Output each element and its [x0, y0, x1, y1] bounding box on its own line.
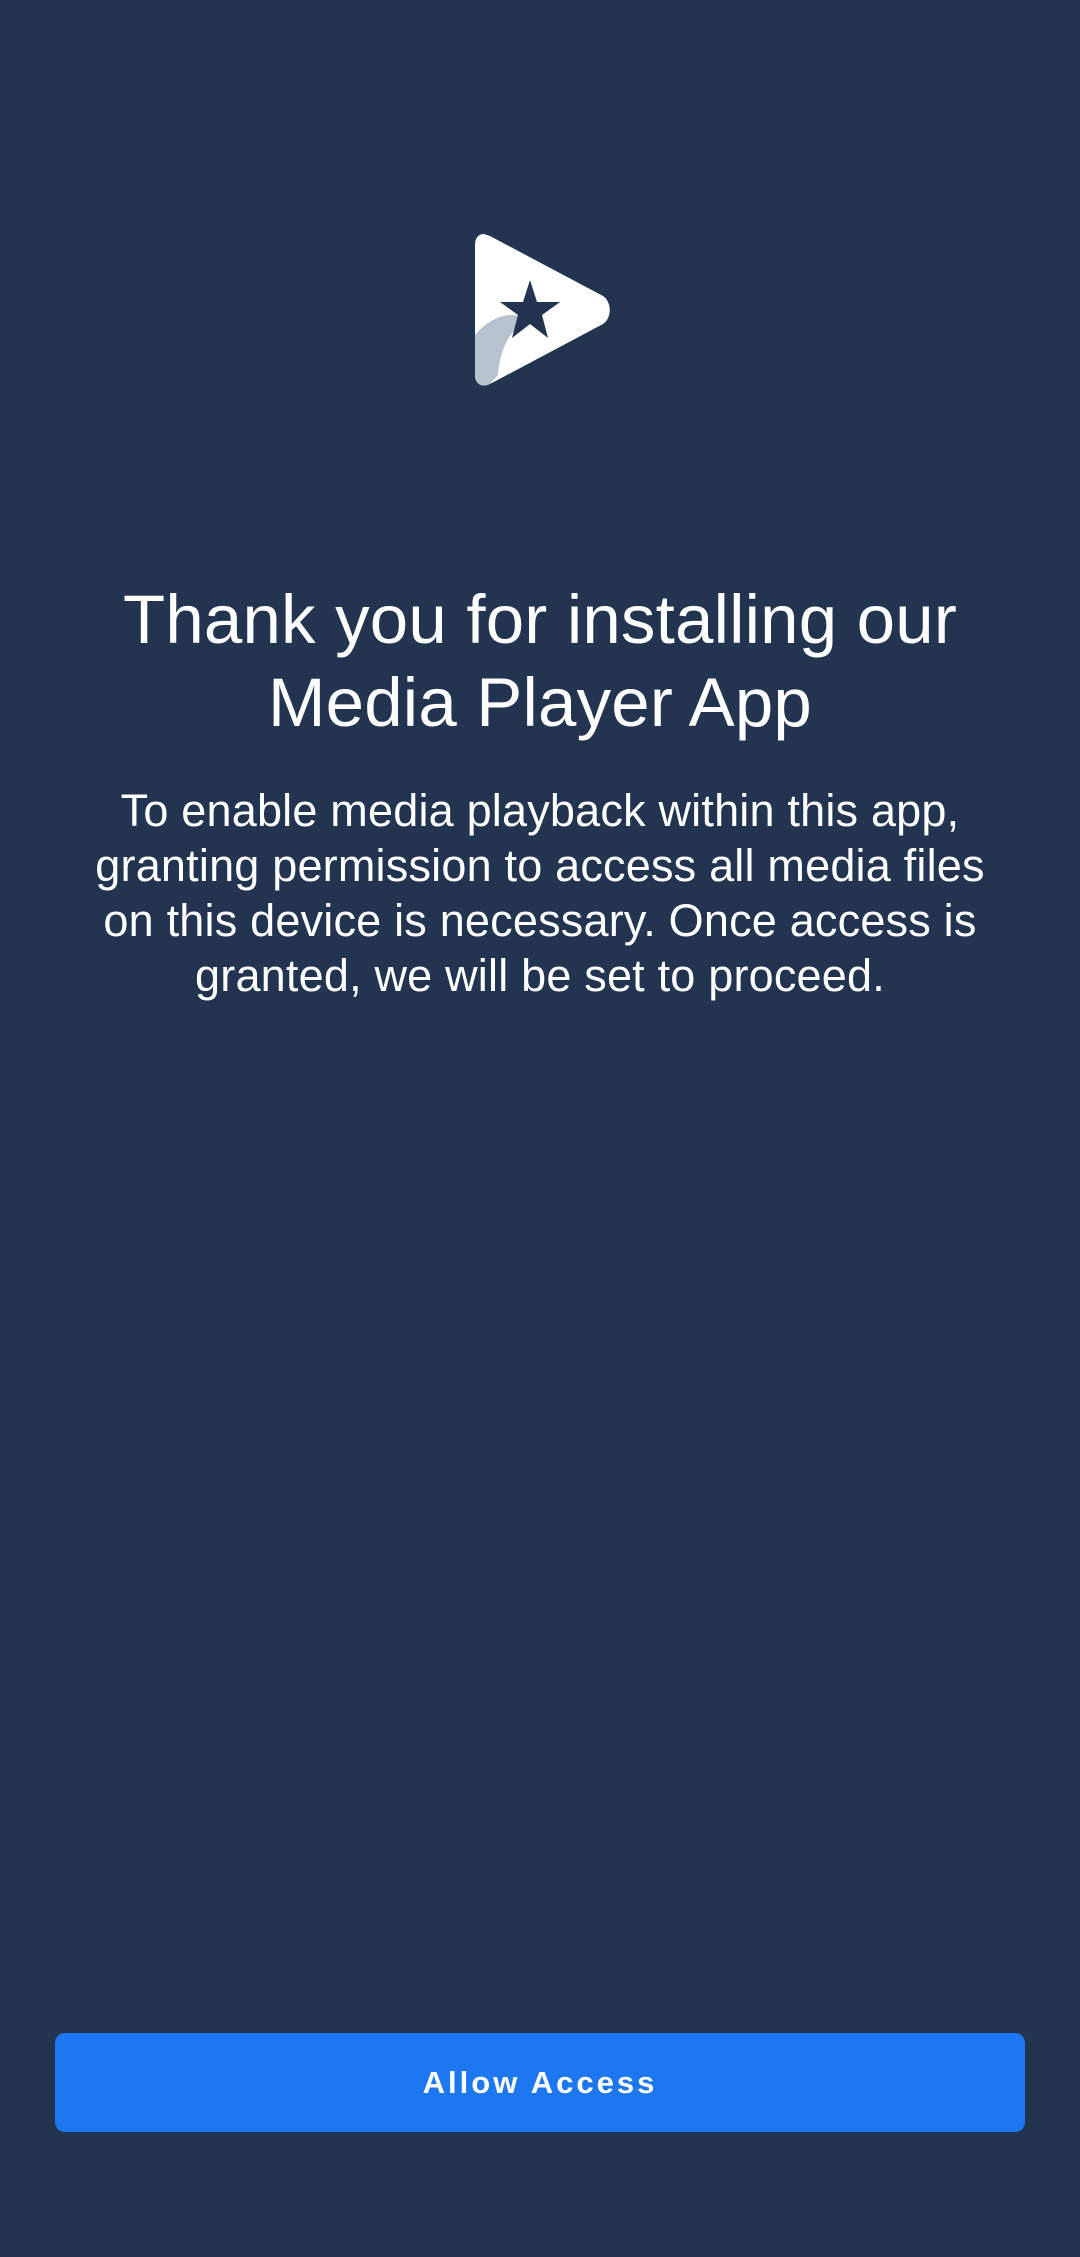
welcome-headline: Thank you for installing our Media Playe…: [122, 581, 958, 741]
allow-access-label: Allow Access: [422, 2064, 658, 2100]
permission-screen: Thank you for installing our Media Playe…: [0, 0, 1080, 2257]
permission-description: To enable media playback within this app…: [95, 785, 985, 1001]
play-star-icon: [470, 230, 615, 390]
allow-access-button[interactable]: Allow Access: [55, 2033, 1025, 2132]
